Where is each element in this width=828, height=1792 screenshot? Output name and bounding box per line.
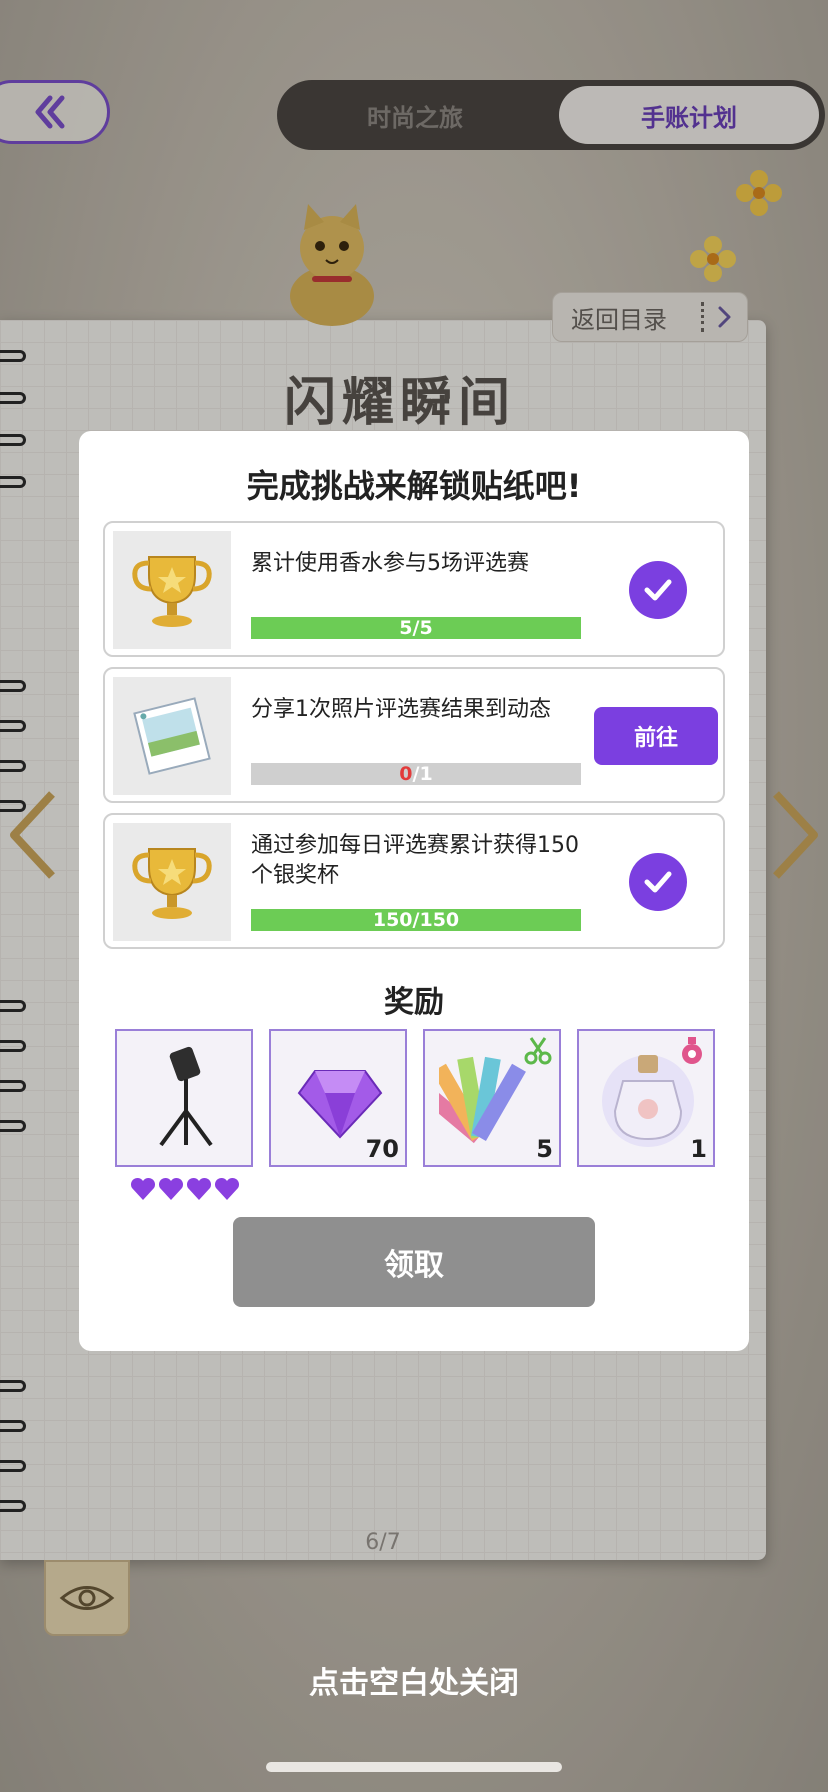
heart-icon [214, 1177, 240, 1200]
heart-icon [158, 1177, 184, 1200]
heart-icon [186, 1177, 212, 1200]
reward-quantity: 70 [365, 1135, 399, 1163]
dialog-title: 完成挑战来解锁贴纸吧! [246, 467, 582, 505]
progress-total: 150 [419, 909, 460, 931]
task-thumbnail [113, 531, 231, 649]
reward-item[interactable] [115, 1029, 253, 1167]
home-indicator[interactable] [266, 1762, 562, 1772]
reward-quantity: 1 [690, 1135, 707, 1163]
reward-item[interactable]: 5 [423, 1029, 561, 1167]
go-button[interactable]: 前往 [594, 707, 718, 765]
task-item: 累计使用香水参与5场评选赛 5/5 [103, 521, 725, 657]
progress-total: 5 [419, 617, 433, 639]
task-progress-bar: 150/150 [251, 909, 581, 931]
challenge-dialog: 完成挑战来解锁贴纸吧! 累计使用香水参与5场评选赛 5/5 分享1次照片评选赛结… [79, 431, 749, 1351]
task-thumbnail [113, 677, 231, 795]
task-progress-bar: 5/5 [251, 617, 581, 639]
progress-total: 1 [419, 763, 433, 785]
heart-icon [130, 1177, 156, 1200]
perfume-badge-icon [682, 1037, 702, 1064]
progress-current: 150 [372, 909, 413, 931]
photo-card-icon [133, 697, 211, 775]
reward-item[interactable]: 1 [577, 1029, 715, 1167]
claim-button[interactable]: 领取 [233, 1217, 595, 1307]
completed-check-icon [629, 561, 687, 619]
progress-current: 5 [399, 617, 413, 639]
reward-item[interactable]: 70 [269, 1029, 407, 1167]
task-description: 分享1次照片评选赛结果到动态 [251, 697, 551, 722]
rarity-hearts [129, 1175, 241, 1203]
scissors-icon [524, 1037, 552, 1065]
gold-trophy-icon [132, 556, 212, 627]
task-thumbnail [113, 823, 231, 941]
task-item: 通过参加每日评选赛累计获得150个银奖杯 150/150 [103, 813, 725, 949]
reward-quantity: 5 [536, 1135, 553, 1163]
progress-current: 0 [399, 763, 413, 785]
close-hint: 点击空白处关闭 [309, 1666, 519, 1701]
completed-check-icon [629, 853, 687, 911]
task-description: 累计使用香水参与5场评选赛 [251, 551, 529, 576]
spotlight-stand-icon [159, 1046, 213, 1147]
gold-trophy-icon [132, 848, 212, 919]
reward-heading: 奖励 [384, 985, 444, 1020]
task-progress-bar: 0/1 [251, 763, 581, 785]
task-item: 分享1次照片评选赛结果到动态 0/1 前往 [103, 667, 725, 803]
task-description: 通过参加每日评选赛累计获得150个银奖杯 [251, 833, 579, 888]
